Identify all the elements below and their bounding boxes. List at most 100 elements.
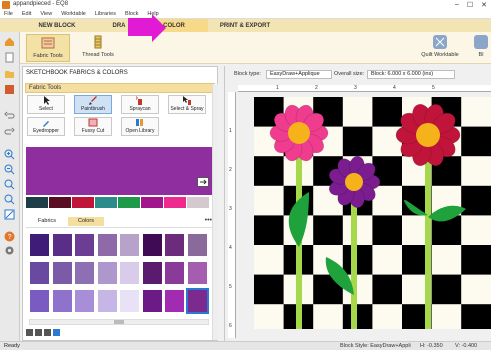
checker-square[interactable] — [431, 274, 462, 305]
new-project-icon[interactable] — [4, 52, 15, 63]
block-canvas[interactable] — [254, 97, 491, 329]
recent-color-swatch[interactable] — [118, 197, 140, 208]
color-swatch[interactable] — [165, 262, 184, 284]
checker-square[interactable] — [254, 245, 285, 276]
open-library-button[interactable]: Open Library — [121, 117, 159, 136]
more-options-icon[interactable]: ••• — [205, 217, 212, 224]
color-swatch[interactable] — [52, 262, 72, 284]
checker-square[interactable] — [372, 215, 403, 246]
spraycan-tool-button[interactable]: Spraycan — [121, 95, 159, 114]
menu-file[interactable]: File — [4, 11, 13, 17]
thread-tools-button[interactable]: Thread Tools — [76, 34, 120, 62]
color-swatch[interactable] — [187, 262, 207, 284]
redo-icon[interactable] — [4, 126, 15, 137]
recent-color-swatch[interactable] — [164, 197, 186, 208]
checker-square[interactable] — [342, 126, 373, 157]
color-swatch[interactable] — [142, 234, 162, 256]
checker-square[interactable] — [461, 185, 491, 216]
checker-square[interactable] — [461, 274, 491, 305]
close-icon[interactable]: ✕ — [481, 1, 487, 9]
color-swatch[interactable] — [142, 290, 162, 312]
color-swatch[interactable] — [75, 234, 94, 256]
paintbrush-tool-button[interactable]: Paintbrush — [74, 95, 112, 114]
block-worktable-button[interactable]: Bl — [472, 34, 490, 62]
checker-square[interactable] — [372, 97, 403, 128]
color-swatch[interactable] — [30, 290, 49, 312]
swatch-scrollbar[interactable] — [29, 319, 209, 325]
checker-square[interactable] — [254, 185, 285, 216]
menu-view[interactable]: View — [40, 11, 52, 17]
stem-middle[interactable] — [351, 187, 357, 329]
color-swatch[interactable] — [120, 262, 139, 284]
minimize-icon[interactable]: – — [455, 1, 459, 9]
zoom-in-icon[interactable] — [4, 149, 15, 160]
checker-square[interactable] — [461, 97, 491, 128]
checker-square[interactable] — [461, 245, 491, 276]
color-swatch[interactable] — [185, 288, 209, 314]
help-icon[interactable]: ? — [4, 231, 15, 242]
fussy-cut-tool-button[interactable]: Fussy Cut — [74, 117, 112, 136]
recent-color-swatch[interactable] — [26, 197, 48, 208]
checker-square[interactable] — [254, 304, 285, 329]
select-spray-tool-button[interactable]: Select & Spray — [168, 95, 206, 114]
color-swatch[interactable] — [52, 290, 72, 312]
page-dot-1[interactable] — [26, 329, 33, 336]
open-folder-icon[interactable] — [4, 68, 15, 79]
zoom-out-icon[interactable] — [4, 164, 15, 175]
fit-to-window-icon[interactable] — [4, 179, 15, 190]
eyedropper-tool-button[interactable]: Eyedropper — [27, 117, 65, 136]
checker-square[interactable] — [431, 245, 462, 276]
menu-libraries[interactable]: Libraries — [95, 11, 116, 17]
checker-square[interactable] — [461, 215, 491, 246]
tab-new-block[interactable]: NEW BLOCK — [22, 19, 92, 32]
checker-square[interactable] — [431, 304, 462, 329]
checker-square[interactable] — [342, 97, 373, 128]
page-dot-2[interactable] — [35, 329, 42, 336]
recent-color-swatch[interactable] — [187, 197, 209, 208]
tab-fabrics[interactable]: Fabrics — [32, 217, 62, 226]
stem-right[interactable] — [425, 147, 431, 329]
undo-icon[interactable] — [4, 110, 15, 121]
color-swatch[interactable] — [142, 262, 162, 284]
checker-square[interactable] — [342, 304, 373, 329]
color-swatch[interactable] — [75, 290, 94, 312]
checker-square[interactable] — [372, 245, 403, 276]
checker-square[interactable] — [313, 304, 344, 329]
checker-square[interactable] — [461, 304, 491, 329]
fabric-tools-header[interactable]: Fabric Tools — [25, 83, 215, 93]
checker-square[interactable] — [342, 215, 373, 246]
checker-square[interactable] — [254, 215, 285, 246]
color-swatch[interactable] — [30, 262, 49, 284]
color-swatch[interactable] — [30, 234, 49, 256]
tab-print-export[interactable]: PRINT & EXPORT — [210, 19, 280, 32]
panel-scrollbar[interactable] — [212, 84, 218, 340]
color-swatch[interactable] — [52, 234, 72, 256]
tab-colors[interactable]: Colors — [68, 217, 104, 226]
recent-color-swatch[interactable] — [141, 197, 163, 208]
panel-divider[interactable] — [224, 66, 225, 341]
recent-color-swatch[interactable] — [95, 197, 117, 208]
checker-square[interactable] — [254, 156, 285, 187]
color-swatch[interactable] — [75, 262, 94, 284]
checker-square[interactable] — [372, 304, 403, 329]
color-swatch[interactable] — [165, 234, 184, 256]
color-swatch[interactable] — [120, 234, 139, 256]
home-icon[interactable] — [4, 36, 15, 47]
zoom-window-icon[interactable] — [4, 194, 15, 205]
checker-square[interactable] — [254, 274, 285, 305]
flower-center[interactable] — [345, 173, 363, 191]
sketchbook-icon[interactable] — [4, 84, 15, 95]
flower-center[interactable] — [416, 123, 440, 147]
color-swatch[interactable] — [165, 290, 184, 312]
color-swatch[interactable] — [120, 290, 139, 312]
checker-square[interactable] — [461, 126, 491, 157]
scroll-thumb[interactable] — [114, 320, 124, 324]
recent-color-swatch[interactable] — [72, 197, 94, 208]
menu-edit[interactable]: Edit — [22, 11, 31, 17]
checker-square[interactable] — [372, 274, 403, 305]
checker-square[interactable] — [342, 245, 373, 276]
checker-square[interactable] — [372, 185, 403, 216]
color-swatch[interactable] — [97, 290, 117, 312]
fabric-tools-button[interactable]: Fabric Tools — [26, 34, 70, 62]
color-swatch[interactable] — [187, 234, 207, 256]
